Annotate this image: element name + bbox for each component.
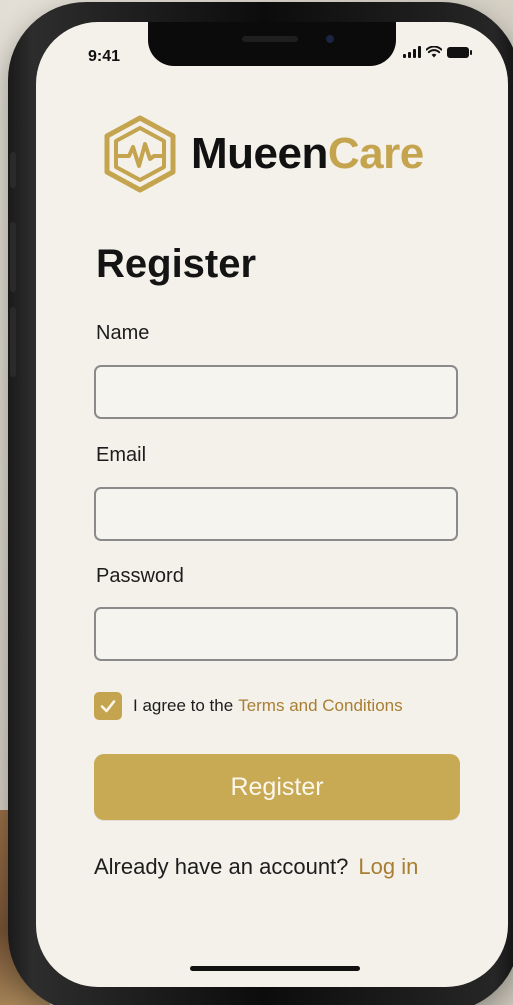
hexagon-heartbeat-icon xyxy=(104,115,176,193)
home-indicator[interactable] xyxy=(190,966,360,971)
terms-link[interactable]: Terms and Conditions xyxy=(238,696,402,716)
brand-name-part2: Care xyxy=(327,129,424,178)
brand-logo: MueenCare xyxy=(101,114,424,194)
wifi-icon xyxy=(426,46,442,58)
speaker-grille xyxy=(242,36,298,42)
terms-checkbox[interactable] xyxy=(94,692,122,720)
status-time: 9:41 xyxy=(88,48,121,65)
register-button[interactable]: Register xyxy=(94,754,460,820)
notch xyxy=(148,22,396,66)
terms-agreement: I agree to the Terms and Conditions xyxy=(94,692,403,720)
login-prompt-row: Already have an account? Log in xyxy=(94,854,418,880)
volume-up-button xyxy=(10,222,16,292)
battery-icon xyxy=(447,46,472,58)
email-label: Email xyxy=(96,444,147,466)
terms-agree-text: I agree to the xyxy=(133,696,234,715)
brand-name-part1: Mueen xyxy=(191,129,328,178)
phone-frame: 9:41 MueenCare Register Name Email Passw… xyxy=(8,2,513,1005)
signal-icon xyxy=(403,46,421,58)
volume-down-button xyxy=(10,307,16,377)
mute-switch xyxy=(10,152,16,188)
name-field[interactable] xyxy=(94,365,458,419)
email-field[interactable] xyxy=(94,487,458,541)
phone-screen: 9:41 MueenCare Register Name Email Passw… xyxy=(36,22,508,987)
brand-name: MueenCare xyxy=(191,129,424,179)
front-camera xyxy=(326,35,334,43)
name-label: Name xyxy=(96,322,150,344)
login-link[interactable]: Log in xyxy=(358,854,418,880)
app-stage: 9:41 MueenCare Register Name Email Passw… xyxy=(0,0,513,1005)
checkmark-icon xyxy=(100,700,116,713)
password-label: Password xyxy=(96,565,184,587)
page-title: Register xyxy=(96,242,257,286)
login-prompt-text: Already have an account? xyxy=(94,854,349,879)
status-icons xyxy=(403,46,472,58)
password-field[interactable] xyxy=(94,607,458,661)
